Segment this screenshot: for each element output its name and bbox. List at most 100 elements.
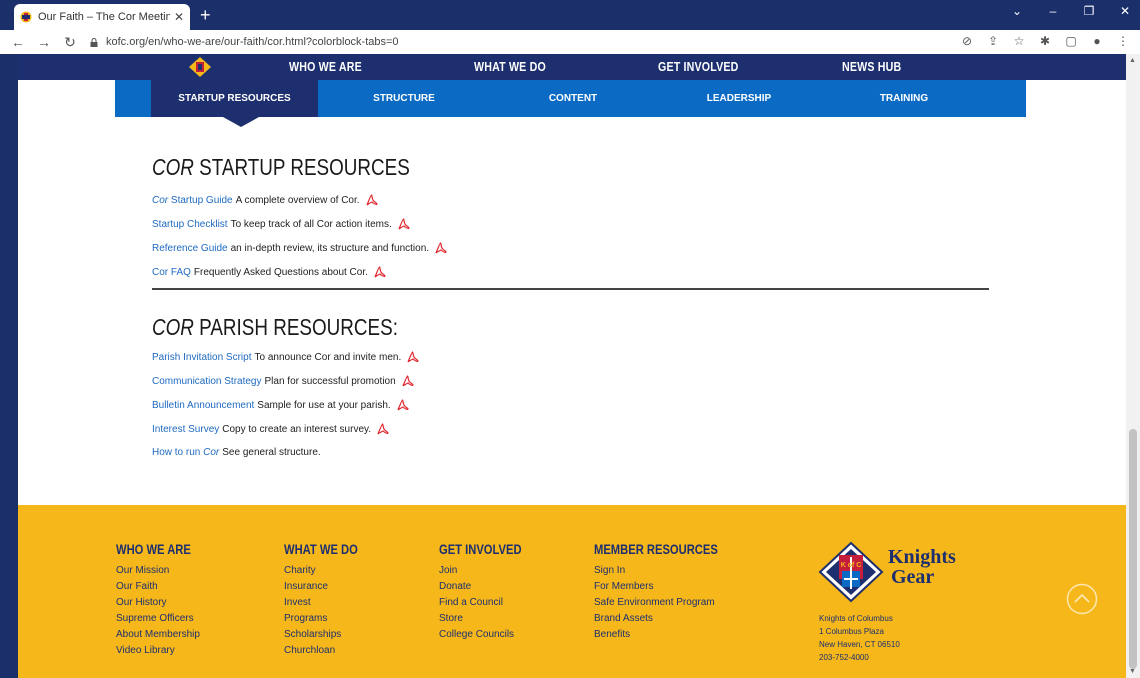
parish-invitation-script-link[interactable]: Parish Invitation Script xyxy=(152,352,252,363)
tab-close-icon[interactable]: ✕ xyxy=(174,10,184,24)
footer-link[interactable]: Charity xyxy=(284,563,376,579)
nav-who-we-are[interactable]: WHO WE ARE xyxy=(289,59,362,74)
resource-description: Sample for use at your parish. xyxy=(257,399,391,411)
pdf-icon[interactable] xyxy=(406,351,419,363)
resource-description: A complete overview of Cor. xyxy=(235,194,360,206)
footer-link[interactable]: Invest xyxy=(284,595,376,611)
pdf-icon[interactable] xyxy=(373,266,386,278)
page-scrollbar[interactable]: ▲ ▼ xyxy=(1126,54,1140,678)
kofc-logo-icon[interactable] xyxy=(189,57,211,77)
resource-item: Communication Strategy Plan for successf… xyxy=(152,375,414,387)
footer-link[interactable]: Scholarships xyxy=(284,627,376,643)
resource-item: Parish Invitation Script To announce Cor… xyxy=(152,351,419,363)
extensions-icon[interactable]: ✱ xyxy=(1038,34,1052,48)
scroll-up-icon[interactable]: ▲ xyxy=(1129,57,1136,64)
minimize-icon[interactable]: – xyxy=(1046,4,1060,18)
tab-search-icon[interactable]: ⌄ xyxy=(1010,4,1024,18)
nav-news-hub[interactable]: NEWS HUB xyxy=(842,59,901,74)
footer-link[interactable]: Sign In xyxy=(594,563,749,579)
footer-link[interactable]: Safe Environment Program xyxy=(594,595,749,611)
footer-address: Knights of Columbus 1 Columbus Plaza New… xyxy=(819,614,900,662)
pdf-icon[interactable] xyxy=(397,218,410,230)
back-icon[interactable]: ← xyxy=(10,34,26,50)
interest-survey-link[interactable]: Interest Survey xyxy=(152,424,219,435)
cor-startup-guide-link[interactable]: Cor Startup Guide xyxy=(152,195,233,206)
footer-link[interactable]: Store xyxy=(439,611,542,627)
nav-get-involved[interactable]: GET INVOLVED xyxy=(658,59,739,74)
site-footer: WHO WE ARE Our Mission Our Faith Our His… xyxy=(18,505,1126,678)
url-field[interactable]: kofc.org/en/who-we-are/our-faith/cor.htm… xyxy=(90,31,399,53)
tab-leadership[interactable]: LEADERSHIP xyxy=(656,80,822,117)
footer-heading: WHO WE ARE xyxy=(116,541,191,557)
reload-icon[interactable]: ↻ xyxy=(62,34,78,51)
footer-link[interactable]: For Members xyxy=(594,579,749,595)
resource-item: Cor FAQ Frequently Asked Questions about… xyxy=(152,266,386,278)
footer-link[interactable]: Benefits xyxy=(594,627,749,643)
footer-link[interactable]: Donate xyxy=(439,579,542,595)
footer-col-get-involved: GET INVOLVED Join Donate Find a Council … xyxy=(439,541,542,643)
heading-rest: PARISH RESOURCES: xyxy=(193,314,398,340)
resource-item: Cor Startup Guide A complete overview of… xyxy=(152,194,378,206)
footer-link[interactable]: Join xyxy=(439,563,542,579)
section-divider xyxy=(152,288,989,290)
footer-link[interactable]: Our History xyxy=(116,595,210,611)
pdf-icon[interactable] xyxy=(376,423,389,435)
footer-link[interactable]: Our Mission xyxy=(116,563,210,579)
active-tab-pointer xyxy=(223,117,259,127)
nav-what-we-do[interactable]: WHAT WE DO xyxy=(474,59,546,74)
restore-icon[interactable]: ❐ xyxy=(1082,4,1096,18)
footer-link[interactable]: About Membership xyxy=(116,627,210,643)
footer-link[interactable]: Video Library xyxy=(116,643,210,659)
startup-checklist-link[interactable]: Startup Checklist xyxy=(152,219,228,230)
pdf-icon[interactable] xyxy=(401,375,414,387)
back-to-top-icon[interactable] xyxy=(1066,583,1098,615)
footer-link[interactable]: Insurance xyxy=(284,579,376,595)
eye-off-icon[interactable]: ⊘ xyxy=(960,34,974,48)
cor-faq-link[interactable]: Cor FAQ xyxy=(152,267,191,278)
close-window-icon[interactable]: ✕ xyxy=(1118,4,1132,18)
web-page: WHO WE ARE WHAT WE DO GET INVOLVED NEWS … xyxy=(18,54,1126,678)
brand-name: Knights Gear xyxy=(888,546,956,588)
resource-item: Bulletin Announcement Sample for use at … xyxy=(152,399,409,411)
pdf-icon[interactable] xyxy=(434,242,447,254)
footer-heading: WHAT WE DO xyxy=(284,541,358,557)
resource-description: See general structure. xyxy=(222,447,321,458)
footer-heading: GET INVOLVED xyxy=(439,541,522,557)
footer-link[interactable]: Brand Assets xyxy=(594,611,749,627)
scroll-down-icon[interactable]: ▼ xyxy=(1129,668,1136,675)
footer-col-member-resources: MEMBER RESOURCES Sign In For Members Saf… xyxy=(594,541,749,643)
footer-link[interactable]: College Councils xyxy=(439,627,542,643)
menu-icon[interactable]: ⋮ xyxy=(1116,34,1130,48)
pdf-icon[interactable] xyxy=(365,194,378,206)
browser-tab[interactable]: Our Faith – The Cor Meeting | Kn ✕ xyxy=(14,4,190,30)
kofc-emblem-icon: K of C xyxy=(818,541,884,603)
resource-description: To announce Cor and invite men. xyxy=(254,351,402,363)
footer-col-what-we-do: WHAT WE DO Charity Insurance Invest Prog… xyxy=(284,541,376,659)
tab-training[interactable]: TRAINING xyxy=(822,80,986,117)
tab-startup-resources[interactable]: STARTUP RESOURCES xyxy=(151,80,318,117)
reference-guide-link[interactable]: Reference Guide xyxy=(152,243,228,254)
how-to-run-cor-link[interactable]: How to run Cor xyxy=(152,447,219,458)
side-panel-icon[interactable]: ▢ xyxy=(1064,34,1078,48)
scroll-thumb[interactable] xyxy=(1129,429,1137,669)
footer-link[interactable]: Supreme Officers xyxy=(116,611,210,627)
resource-description: Plan for successful promotion xyxy=(264,375,396,387)
communication-strategy-link[interactable]: Communication Strategy xyxy=(152,376,262,387)
footer-link[interactable]: Programs xyxy=(284,611,376,627)
bulletin-announcement-link[interactable]: Bulletin Announcement xyxy=(152,400,254,411)
tab-content[interactable]: CONTENT xyxy=(490,80,656,117)
heading-cor: COR xyxy=(152,154,194,180)
footer-link[interactable]: Find a Council xyxy=(439,595,542,611)
resource-item: Startup Checklist To keep track of all C… xyxy=(152,218,410,230)
forward-icon[interactable]: → xyxy=(36,34,52,50)
footer-link[interactable]: Our Faith xyxy=(116,579,210,595)
heading-rest: STARTUP RESOURCES xyxy=(193,154,410,180)
pdf-icon[interactable] xyxy=(396,399,409,411)
footer-link[interactable]: Churchloan xyxy=(284,643,376,659)
sub-nav-tabs: STARTUP RESOURCES STRUCTURE CONTENT LEAD… xyxy=(115,80,1026,117)
tab-structure[interactable]: STRUCTURE xyxy=(318,80,490,117)
share-icon[interactable]: ⇪ xyxy=(986,34,1000,48)
bookmark-star-icon[interactable]: ☆ xyxy=(1012,34,1026,48)
new-tab-button[interactable]: + xyxy=(200,5,211,25)
profile-icon[interactable]: ● xyxy=(1090,34,1104,48)
